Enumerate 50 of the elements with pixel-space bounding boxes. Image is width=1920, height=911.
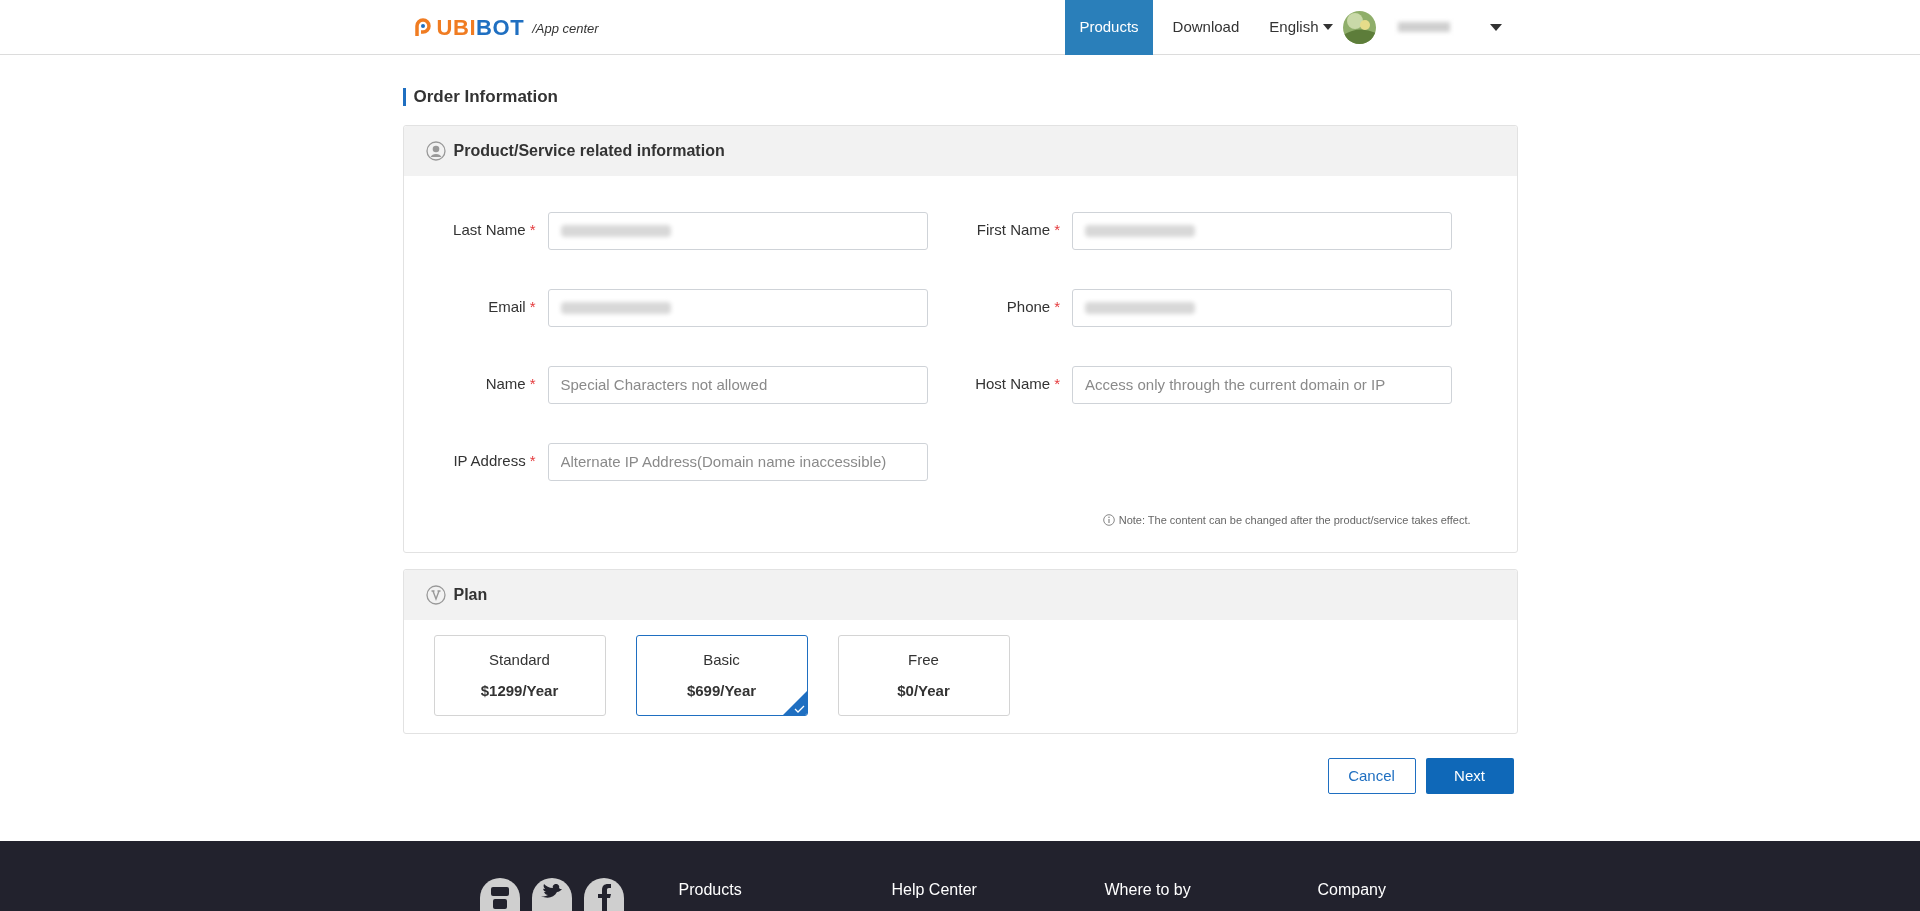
field-label: Host Name (975, 374, 1051, 395)
input-field[interactable] (1072, 211, 1452, 250)
input-field[interactable] (1072, 288, 1452, 327)
nav-link[interactable]: Products (1065, 0, 1153, 55)
user-icon (425, 140, 446, 161)
note-text: Note: The content can be changed after the product/service takes effect. (1118, 512, 1471, 528)
logo-mark-icon (412, 15, 433, 38)
v-circle-icon (425, 585, 446, 605)
facebook-icon[interactable] (583, 878, 624, 911)
input-field[interactable] (547, 288, 928, 327)
plan-option[interactable]: Free $0/Year (837, 635, 1010, 716)
input-field[interactable]: Alternate IP Address(Domain name inaccessible) (547, 442, 928, 481)
field-label: Name (485, 374, 526, 395)
input-field[interactable]: Access only through the current domain or IP (1072, 365, 1452, 404)
required-mark: * (529, 297, 536, 318)
input-field[interactable]: Special Characters not allowed (547, 365, 928, 404)
logo-subtitle: /App center (532, 20, 599, 38)
blurred-username (1397, 22, 1450, 32)
field-label: Phone (1006, 297, 1051, 318)
field-label: Email (488, 297, 526, 318)
plan-option[interactable]: Basic $699/Year (635, 635, 808, 716)
plan-option[interactable]: Standard $1299/Year (433, 635, 606, 716)
input-field[interactable] (547, 211, 928, 250)
bird-icon[interactable] (531, 878, 572, 911)
caret-icon (1322, 24, 1333, 30)
info-icon (1102, 513, 1115, 526)
section-title: Product/Service related information (453, 140, 725, 161)
page-title: Order Information (413, 86, 558, 108)
field-label: Last Name (453, 220, 526, 241)
logo[interactable]: UBIBOT /App center (412, 15, 599, 39)
field-label: IP Address (453, 451, 526, 472)
footer-heading: Company (1317, 880, 1387, 900)
required-mark: * (1054, 220, 1060, 241)
required-mark: * (529, 374, 536, 395)
required-mark: * (529, 451, 536, 472)
next-button[interactable]: Next (1425, 758, 1514, 794)
selected-check-icon (782, 691, 807, 715)
footer-heading: Help Center (891, 880, 978, 900)
required-mark: * (1054, 297, 1060, 318)
footer-heading: Products (678, 880, 743, 900)
avatar[interactable] (1342, 10, 1376, 44)
nav-link[interactable]: Download (1158, 0, 1254, 55)
language-dropdown[interactable]: English (1263, 0, 1339, 55)
footer-heading: Where to by (1104, 880, 1192, 900)
cancel-button[interactable]: Cancel (1327, 758, 1416, 794)
field-label: First Name (976, 220, 1051, 241)
required-mark: * (1054, 374, 1060, 395)
caret-icon[interactable] (1489, 23, 1502, 31)
section-title: Plan (453, 585, 488, 605)
required-mark: * (529, 220, 536, 241)
